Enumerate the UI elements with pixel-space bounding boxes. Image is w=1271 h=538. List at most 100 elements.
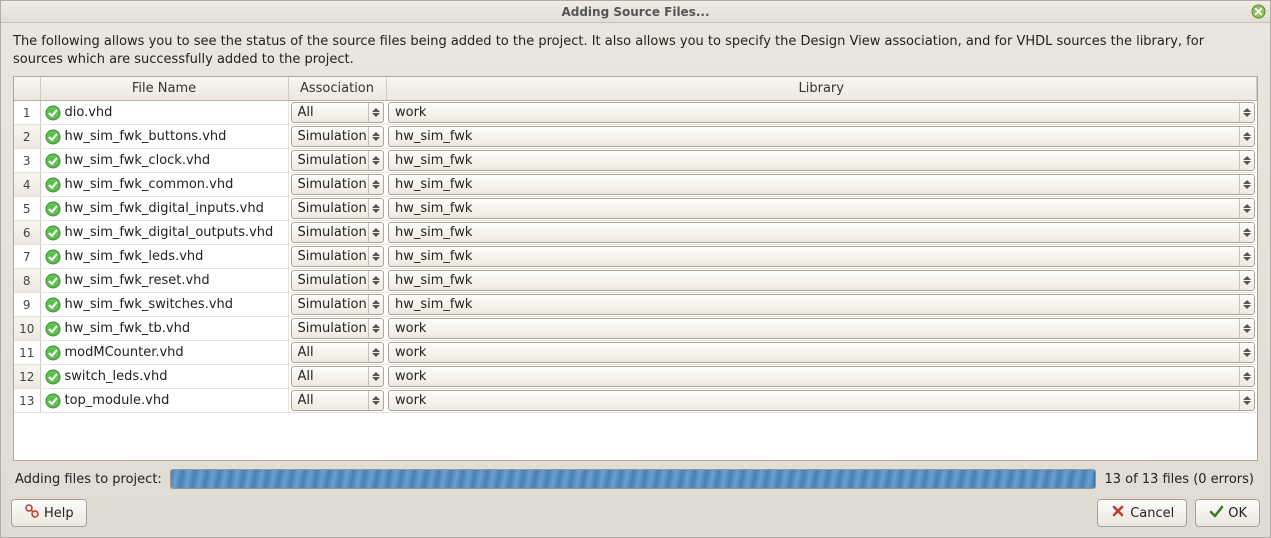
filename-cell: modMCounter.vhd [40, 341, 288, 365]
filename-text: hw_sim_fwk_switches.vhd [65, 297, 234, 312]
column-header-filename[interactable]: File Name [40, 77, 288, 101]
library-cell: hw_sim_fwk [386, 125, 1257, 149]
chevron-updown-icon [1239, 223, 1251, 242]
table-row: 12switch_leds.vhdAllwork [14, 365, 1257, 389]
library-value: hw_sim_fwk [395, 249, 1239, 264]
chevron-updown-icon [368, 319, 380, 338]
row-number: 2 [14, 125, 40, 149]
association-cell: Simulation [288, 149, 386, 173]
chevron-updown-icon [1239, 319, 1251, 338]
table-row: 3hw_sim_fwk_clock.vhdSimulationhw_sim_fw… [14, 149, 1257, 173]
chevron-updown-icon [1239, 103, 1251, 122]
help-button-label: Help [44, 506, 74, 521]
association-cell: All [288, 101, 386, 125]
filename-text: hw_sim_fwk_buttons.vhd [65, 129, 227, 144]
row-number: 6 [14, 221, 40, 245]
library-dropdown[interactable]: hw_sim_fwk [388, 150, 1255, 171]
association-value: Simulation [298, 273, 369, 288]
library-value: work [395, 369, 1239, 384]
association-cell: Simulation [288, 245, 386, 269]
association-cell: Simulation [288, 293, 386, 317]
table-row: 4hw_sim_fwk_common.vhdSimulationhw_sim_f… [14, 173, 1257, 197]
association-dropdown[interactable]: All [291, 390, 385, 411]
association-cell: Simulation [288, 317, 386, 341]
library-value: work [395, 345, 1239, 360]
library-value: hw_sim_fwk [395, 225, 1239, 240]
association-dropdown[interactable]: Simulation [291, 174, 385, 195]
files-table-container: File Name Association Library 1dio.vhdAl… [13, 76, 1258, 461]
library-dropdown[interactable]: work [388, 366, 1255, 387]
library-dropdown[interactable]: hw_sim_fwk [388, 174, 1255, 195]
chevron-updown-icon [368, 367, 380, 386]
table-row: 7hw_sim_fwk_leds.vhdSimulationhw_sim_fwk [14, 245, 1257, 269]
association-value: All [298, 369, 369, 384]
library-dropdown[interactable]: work [388, 342, 1255, 363]
association-dropdown[interactable]: Simulation [291, 150, 385, 171]
library-cell: hw_sim_fwk [386, 173, 1257, 197]
ok-button[interactable]: OK [1195, 499, 1260, 527]
association-cell: All [288, 365, 386, 389]
chevron-updown-icon [1239, 151, 1251, 170]
row-number: 8 [14, 269, 40, 293]
table-empty-area [14, 413, 1257, 460]
library-value: hw_sim_fwk [395, 129, 1239, 144]
chevron-updown-icon [368, 199, 380, 218]
library-cell: work [386, 341, 1257, 365]
library-dropdown[interactable]: hw_sim_fwk [388, 126, 1255, 147]
association-dropdown[interactable]: All [291, 366, 385, 387]
library-cell: hw_sim_fwk [386, 149, 1257, 173]
library-dropdown[interactable]: hw_sim_fwk [388, 246, 1255, 267]
library-cell: work [386, 365, 1257, 389]
check-icon [45, 201, 61, 217]
filename-text: hw_sim_fwk_common.vhd [65, 177, 234, 192]
association-dropdown[interactable]: Simulation [291, 318, 385, 339]
association-dropdown[interactable]: Simulation [291, 222, 385, 243]
cancel-icon [1110, 503, 1126, 523]
ok-icon [1208, 503, 1224, 523]
cancel-button-label: Cancel [1130, 506, 1174, 521]
association-dropdown[interactable]: Simulation [291, 198, 385, 219]
chevron-updown-icon [1239, 127, 1251, 146]
filename-text: hw_sim_fwk_leds.vhd [65, 249, 204, 264]
check-icon [45, 273, 61, 289]
association-dropdown[interactable]: Simulation [291, 294, 385, 315]
library-dropdown[interactable]: hw_sim_fwk [388, 270, 1255, 291]
library-dropdown[interactable]: work [388, 390, 1255, 411]
progress-status: 13 of 13 files (0 errors) [1104, 472, 1256, 487]
association-value: Simulation [298, 321, 369, 336]
association-cell: Simulation [288, 125, 386, 149]
table-row: 11modMCounter.vhdAllwork [14, 341, 1257, 365]
association-value: Simulation [298, 249, 369, 264]
association-value: All [298, 105, 369, 120]
check-icon [45, 393, 61, 409]
cancel-button[interactable]: Cancel [1097, 499, 1187, 527]
library-value: hw_sim_fwk [395, 297, 1239, 312]
association-dropdown[interactable]: Simulation [291, 126, 385, 147]
progress-row: Adding files to project: 13 of 13 files … [13, 461, 1258, 493]
column-header-index[interactable] [14, 77, 40, 101]
library-dropdown[interactable]: hw_sim_fwk [388, 222, 1255, 243]
library-dropdown[interactable]: work [388, 318, 1255, 339]
association-cell: All [288, 341, 386, 365]
check-icon [45, 297, 61, 313]
help-icon [24, 503, 40, 523]
chevron-updown-icon [1239, 175, 1251, 194]
association-dropdown[interactable]: All [291, 342, 385, 363]
help-button[interactable]: Help [11, 499, 87, 527]
filename-text: hw_sim_fwk_digital_inputs.vhd [65, 201, 264, 216]
close-icon[interactable] [1251, 4, 1266, 19]
association-dropdown[interactable]: Simulation [291, 246, 385, 267]
check-icon [45, 105, 61, 121]
association-dropdown[interactable]: Simulation [291, 270, 385, 291]
chevron-updown-icon [368, 151, 380, 170]
column-header-association[interactable]: Association [288, 77, 386, 101]
library-cell: work [386, 317, 1257, 341]
association-dropdown[interactable]: All [291, 102, 385, 123]
library-dropdown[interactable]: hw_sim_fwk [388, 198, 1255, 219]
library-dropdown[interactable]: work [388, 102, 1255, 123]
association-cell: Simulation [288, 269, 386, 293]
chevron-updown-icon [368, 175, 380, 194]
library-dropdown[interactable]: hw_sim_fwk [388, 294, 1255, 315]
table-row: 13top_module.vhdAllwork [14, 389, 1257, 413]
column-header-library[interactable]: Library [386, 77, 1257, 101]
